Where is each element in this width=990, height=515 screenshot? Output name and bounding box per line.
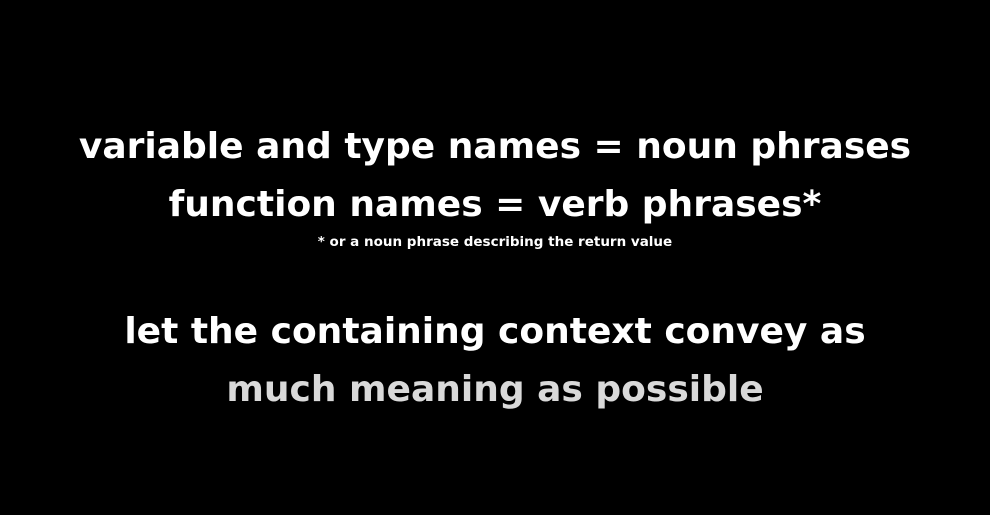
context-line-1: let the containing context convey as [124,311,866,352]
heading-noun-phrases: variable and type names = noun phrases [78,126,912,167]
footnote: * or a noun phrase describing the return… [317,234,673,250]
slide: variable and type names = noun phrases f… [0,0,990,515]
heading-verb-phrases: function names = verb phrases* [168,184,822,225]
context-line-2: much meaning as possible [226,369,764,410]
